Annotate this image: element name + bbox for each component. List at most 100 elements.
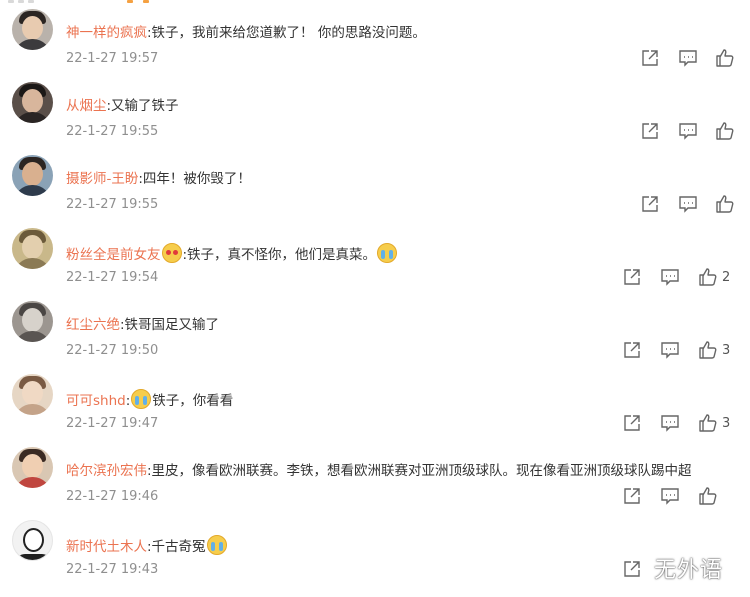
avatar-body (14, 112, 51, 123)
comment-icon (679, 196, 697, 213)
comment-icon (661, 415, 679, 432)
crying-emoji-icon (377, 243, 398, 263)
share-button[interactable] (640, 48, 660, 70)
comment-text: : (125, 393, 131, 409)
reply-button[interactable] (660, 340, 680, 362)
avatar-body (14, 185, 51, 196)
thumbs-up-icon (716, 195, 734, 213)
comment-item: 从烟尘:又输了铁子 22-1-27 19:55 (0, 73, 750, 146)
comment-item: 红尘六绝:铁哥国足又输了 22-1-27 19:50 3 (0, 292, 750, 365)
share-button[interactable] (622, 413, 642, 435)
comment-item: 神一样的疯疯:铁子，我前来给您道歉了！ 你的思路没问题。 22-1-27 19:… (0, 0, 750, 73)
comment-line: 哈尔滨孙宏伟:里皮，像看欧洲联赛。李铁，想看欧洲联赛对亚洲顶级球队。现在像看亚洲… (66, 462, 692, 480)
avatar-body (14, 39, 51, 50)
comment-text: :铁子，真不怪你，他们是真菜。 (182, 247, 377, 263)
username-link[interactable]: 新时代土木人 (66, 539, 147, 555)
share-button[interactable] (622, 340, 642, 362)
avatar-body (14, 477, 51, 488)
thumbs-up-icon (716, 49, 734, 67)
like-count: 3 (722, 343, 731, 358)
thumbs-up-icon (699, 414, 717, 432)
avatar[interactable] (12, 447, 53, 488)
username-link[interactable]: 从烟尘 (66, 98, 107, 114)
comment-time: 22-1-27 19:43 (66, 562, 159, 577)
comment-item: 粉丝全是前女友 :铁子，真不怪你，他们是真菜。 22-1-27 19:54 2 (0, 219, 750, 292)
username-link[interactable]: 可可shhd (66, 393, 126, 409)
avatar-body (15, 554, 52, 560)
comment-text: :四年！被你毁了！ (138, 171, 251, 187)
share-button[interactable] (640, 194, 660, 216)
avatar[interactable] (12, 228, 53, 269)
like-button[interactable] (715, 121, 735, 143)
share-button[interactable] (622, 559, 642, 581)
comment-icon (661, 488, 679, 505)
share-button[interactable] (622, 486, 642, 508)
avatar[interactable] (12, 301, 53, 342)
reply-button[interactable] (678, 194, 698, 216)
username-link[interactable]: 哈尔滨孙宏伟 (66, 463, 147, 479)
comment-text: :千古奇冤 (147, 539, 206, 555)
comment-text: :里皮，像看欧洲联赛。李铁，想看欧洲联赛对亚洲顶级球队。现在像看亚洲顶级球队踢中… (147, 463, 692, 479)
share-icon (642, 123, 658, 139)
like-button[interactable]: 2 (698, 267, 730, 289)
username-link[interactable]: 红尘六绝 (66, 317, 120, 333)
avatar-face (22, 454, 43, 478)
comment-time: 22-1-27 19:57 (66, 51, 159, 66)
like-button[interactable] (715, 194, 735, 216)
username-link[interactable]: 摄影师-王盼 (66, 171, 138, 187)
share-icon (624, 415, 640, 431)
comment-icon (661, 269, 679, 286)
like-button[interactable]: 3 (698, 340, 730, 362)
like-count: 3 (722, 416, 731, 431)
username-link[interactable]: 粉丝全是前女友 (66, 247, 161, 263)
comment-time: 22-1-27 19:47 (66, 416, 159, 431)
comment-item: 哈尔滨孙宏伟:里皮，像看欧洲联赛。李铁，想看欧洲联赛对亚洲顶级球队。现在像看亚洲… (0, 438, 750, 511)
avatar-face (22, 16, 43, 40)
comment-time: 22-1-27 19:50 (66, 343, 159, 358)
reply-button[interactable] (660, 413, 680, 435)
comment-text: :又输了铁子 (106, 98, 179, 114)
comment-line: 可可shhd: 铁子，你看看 (66, 389, 233, 410)
like-button[interactable] (698, 486, 718, 508)
share-button[interactable] (622, 267, 642, 289)
crying-emoji-icon (131, 389, 152, 409)
comment-text: :铁子，我前来给您道歉了！ 你的思路没问题。 (147, 25, 426, 41)
crying-emoji-icon (206, 535, 227, 555)
avatar[interactable] (12, 155, 53, 196)
share-icon (642, 196, 658, 212)
reply-button[interactable] (678, 121, 698, 143)
avatar[interactable] (12, 82, 53, 123)
avatar[interactable] (12, 520, 53, 561)
avatar-face (22, 381, 43, 405)
share-icon (624, 269, 640, 285)
avatar-body (14, 258, 51, 269)
share-button[interactable] (640, 121, 660, 143)
comment-item: 摄影师-王盼:四年！被你毁了！ 22-1-27 19:55 (0, 146, 750, 219)
comment-icon (661, 342, 679, 359)
avatar-body (14, 331, 51, 342)
avatar-face (22, 235, 43, 259)
comment-line: 从烟尘:又输了铁子 (66, 97, 179, 115)
share-icon (624, 488, 640, 504)
comment-time: 22-1-27 19:55 (66, 124, 159, 139)
avatar[interactable] (12, 374, 53, 415)
avatar-panda-face (23, 528, 44, 552)
reply-button[interactable] (660, 267, 680, 289)
comment-line: 粉丝全是前女友 :铁子，真不怪你，他们是真菜。 (66, 243, 398, 264)
avatar-face (22, 308, 43, 332)
share-icon (642, 50, 658, 66)
username-link[interactable]: 神一样的疯疯 (66, 25, 147, 41)
reply-button[interactable] (660, 486, 680, 508)
comment-time: 22-1-27 19:54 (66, 270, 159, 285)
like-button[interactable]: 3 (698, 413, 730, 435)
avatar[interactable] (12, 9, 53, 50)
avatar-face (22, 89, 43, 113)
like-count: 2 (722, 270, 731, 285)
comment-line: 新时代土木人:千古奇冤 (66, 535, 228, 556)
comment-item: 可可shhd: 铁子，你看看 22-1-27 19:47 3 (0, 365, 750, 438)
comment-time: 22-1-27 19:46 (66, 489, 159, 504)
reply-button[interactable] (678, 48, 698, 70)
comment-line: 神一样的疯疯:铁子，我前来给您道歉了！ 你的思路没问题。 (66, 24, 426, 42)
watermark: 无外语 (654, 558, 724, 583)
like-button[interactable] (715, 48, 735, 70)
